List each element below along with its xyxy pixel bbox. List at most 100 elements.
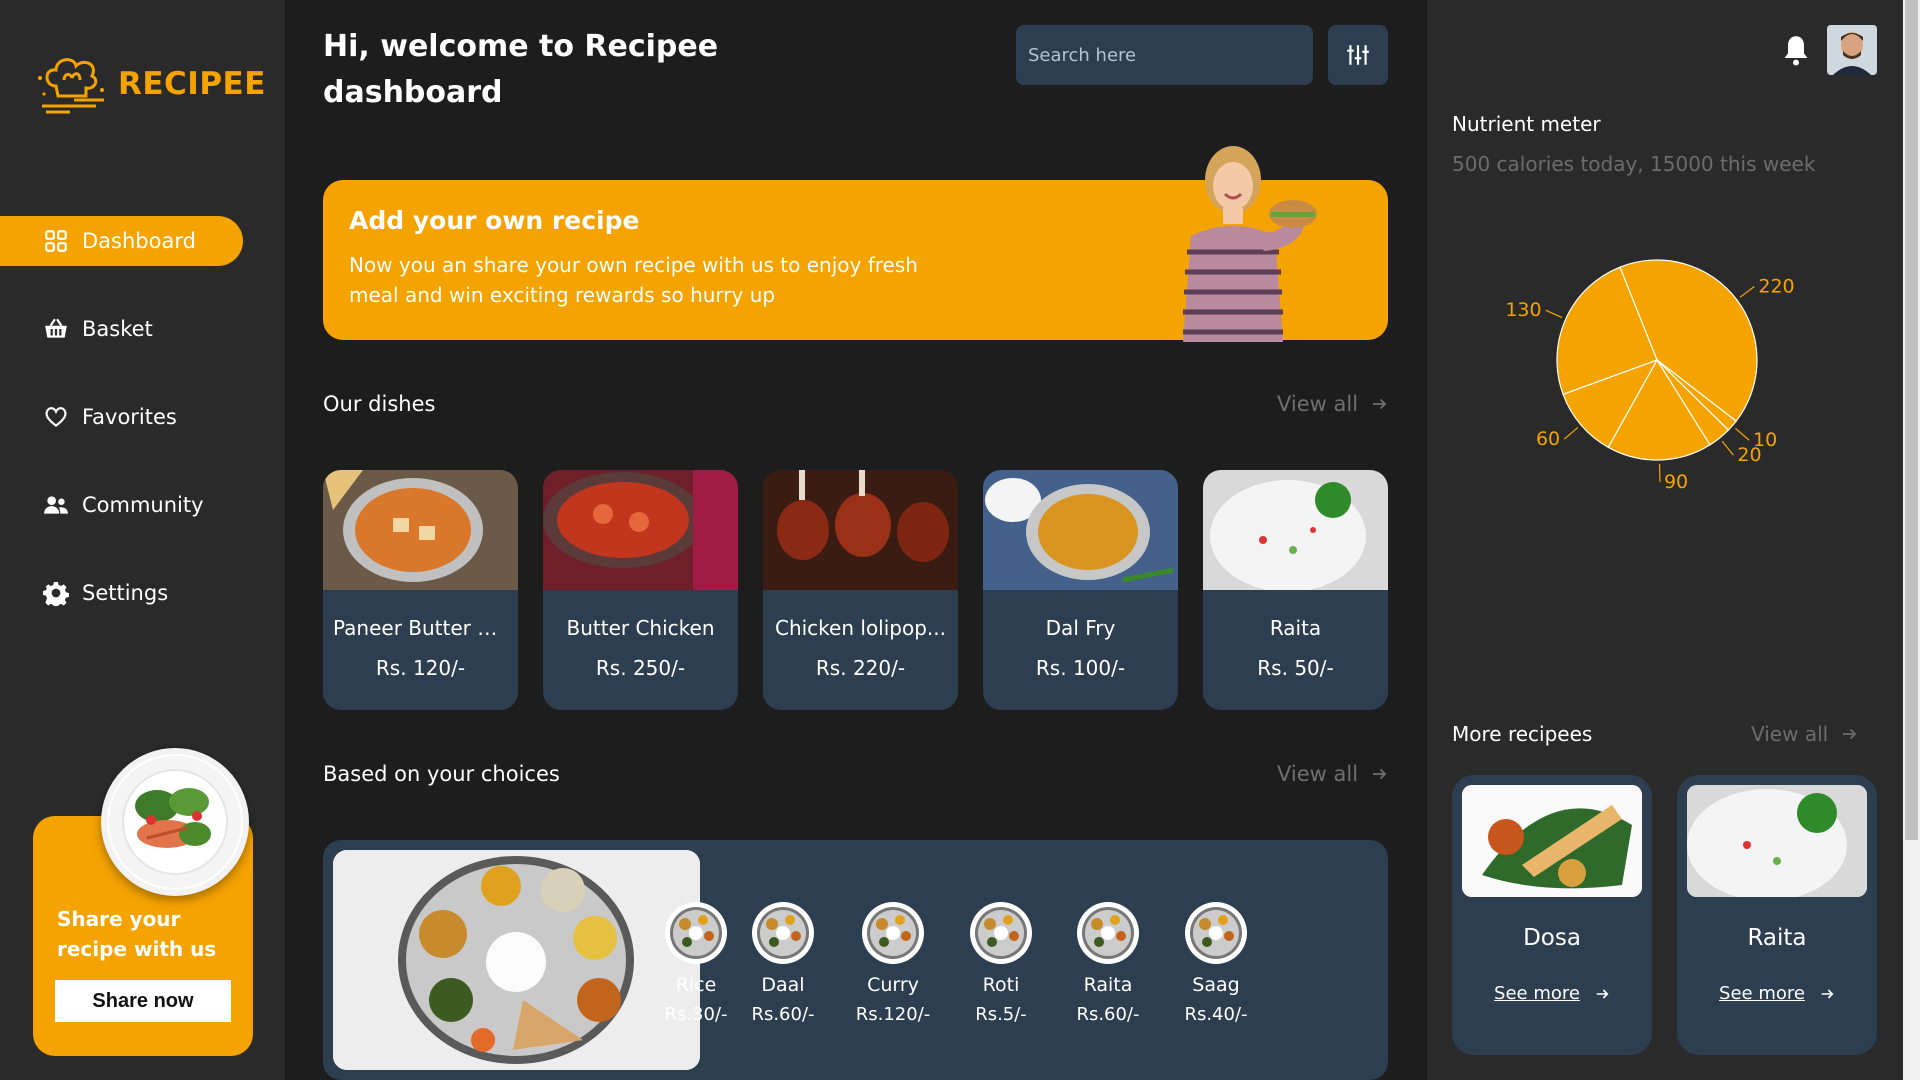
- salad-plate-image: [101, 748, 249, 896]
- grid-icon: [42, 227, 70, 255]
- raita-image: [1203, 470, 1388, 592]
- view-all-label: View all: [1751, 722, 1829, 746]
- dish-card[interactable]: Paneer Butter M... Rs. 120/-: [323, 470, 518, 710]
- basket-icon: [42, 315, 70, 343]
- choice-name: Daal: [761, 974, 805, 996]
- arrow-right-icon: [1596, 988, 1609, 999]
- chicken-lollipop-image: [763, 470, 958, 590]
- woman-eating-image: [1183, 146, 1317, 342]
- scrollbar[interactable]: [1903, 0, 1920, 1080]
- sidebar-nav: Dashboard Basket Favorites Community Set…: [0, 216, 243, 656]
- banner-title: Add your own recipe: [349, 206, 640, 235]
- choice-price: Rs.5/-: [975, 1004, 1027, 1025]
- pie-label-leader: [1735, 427, 1750, 441]
- choice-price: Rs.30/-: [664, 1004, 728, 1025]
- chef-hat-icon: [38, 58, 104, 114]
- choice-item[interactable]: Raita Rs.60/-: [1063, 902, 1153, 1025]
- pie-label: 220: [1758, 275, 1794, 297]
- brand-name: RECIPEE: [118, 66, 266, 102]
- dish-card[interactable]: Dal Fry Rs. 100/-: [983, 470, 1178, 710]
- more-recipees-title: More recipees: [1452, 722, 1593, 746]
- see-more-link[interactable]: See more: [1677, 983, 1877, 1004]
- pie-label: 90: [1664, 471, 1688, 493]
- choices-view-all-link[interactable]: View all: [1277, 762, 1388, 786]
- brand-logo[interactable]: RECIPEE: [34, 50, 266, 118]
- bell-icon[interactable]: [1782, 34, 1810, 66]
- dish-name: Paneer Butter M...: [333, 616, 514, 640]
- raita-image: [1687, 785, 1867, 897]
- dish-price: Rs. 120/-: [375, 656, 466, 680]
- share-text: Share your recipe with us: [57, 907, 217, 961]
- choice-item[interactable]: Rice Rs.30/-: [651, 902, 741, 1025]
- choice-price: Rs.60/-: [1076, 1004, 1140, 1025]
- dish-card[interactable]: Raita Rs. 50/-: [1203, 470, 1388, 710]
- choice-name: Roti: [982, 974, 1020, 996]
- heart-icon: [42, 403, 70, 431]
- recipe-name: Raita: [1747, 925, 1807, 951]
- dish-name: Butter Chicken: [566, 616, 715, 640]
- recipe-name: Dosa: [1523, 925, 1581, 951]
- sidebar-item-settings[interactable]: Settings: [0, 568, 243, 618]
- pie-label-leader: [1545, 309, 1563, 319]
- recipe-card[interactable]: Dosa See more: [1452, 775, 1652, 1055]
- choice-item[interactable]: Saag Rs.40/-: [1171, 902, 1261, 1025]
- dish-name: Dal Fry: [1045, 616, 1116, 640]
- choice-item[interactable]: Daal Rs.60/-: [738, 902, 828, 1025]
- sidebar-item-label: Community: [82, 493, 204, 517]
- nutrient-pie-chart: 22010209060130: [1505, 259, 1795, 493]
- choice-price: Rs.60/-: [751, 1004, 815, 1025]
- thali-thumbnail-icon: [1185, 902, 1247, 964]
- gear-icon: [42, 579, 70, 607]
- avatar[interactable]: [1827, 25, 1877, 75]
- share-now-button[interactable]: Share now: [55, 980, 231, 1022]
- dish-card[interactable]: Butter Chicken Rs. 250/-: [543, 470, 738, 710]
- page-title: Hi, welcome to Recipee dashboard: [323, 29, 719, 110]
- thali-thumbnail-icon: [862, 902, 924, 964]
- pie-label: 60: [1536, 428, 1560, 450]
- choice-item[interactable]: Roti Rs.5/-: [956, 902, 1046, 1025]
- choice-item[interactable]: Curry Rs.120/-: [848, 902, 938, 1025]
- dish-card[interactable]: Chicken lolipop... Rs. 220/-: [763, 470, 958, 710]
- pie-label-leader: [1563, 427, 1579, 440]
- sidebar-item-community[interactable]: Community: [0, 480, 243, 530]
- add-recipe-banner[interactable]: Add your own recipe Now you an share you…: [323, 146, 1388, 342]
- thali-image: [333, 850, 700, 1070]
- filter-button[interactable]: [1328, 25, 1388, 85]
- choice-name: Saag: [1192, 974, 1240, 996]
- butter-chicken-image: [543, 470, 738, 590]
- scrollbar-thumb[interactable]: [1905, 0, 1918, 840]
- recipe-card[interactable]: Raita See more: [1677, 775, 1877, 1055]
- search-input[interactable]: [1016, 25, 1313, 85]
- dish-name: Raita: [1269, 616, 1322, 640]
- view-all-label: View all: [1277, 392, 1359, 416]
- dishes-row: Paneer Butter M... Rs. 120/- Butter Chic…: [323, 470, 1388, 710]
- people-icon: [42, 491, 70, 519]
- choice-name: Rice: [675, 974, 717, 996]
- sidebar-item-favorites[interactable]: Favorites: [0, 392, 243, 442]
- sidebar: RECIPEE Dashboard Basket Favorites Commu…: [0, 0, 285, 1080]
- banner-text: Now you an share your own recipe with us…: [349, 253, 918, 307]
- dishes-view-all-link[interactable]: View all: [1277, 392, 1388, 416]
- thali-thumbnail-icon: [752, 902, 814, 964]
- dish-price: Rs. 220/-: [815, 656, 906, 680]
- choice-price: Rs.40/-: [1184, 1004, 1248, 1025]
- see-more-link[interactable]: See more: [1452, 983, 1652, 1004]
- dosa-image: [1462, 785, 1642, 897]
- main-content: Hi, welcome to Recipee dashboard Add you…: [285, 0, 1427, 1080]
- sidebar-item-label: Basket: [82, 317, 153, 341]
- dish-price: Rs. 250/-: [595, 656, 686, 680]
- arrow-right-icon: [1373, 398, 1387, 410]
- sidebar-item-dashboard[interactable]: Dashboard: [0, 216, 243, 266]
- thali-thumbnail-icon: [1077, 902, 1139, 964]
- sidebar-item-basket[interactable]: Basket: [0, 304, 243, 354]
- dish-name: Chicken lolipop...: [774, 616, 946, 640]
- thali-thumbnail-icon: [665, 902, 727, 964]
- thali-thumbnail-icon: [970, 902, 1032, 964]
- dish-price: Rs. 50/-: [1257, 656, 1334, 680]
- choice-name: Curry: [867, 974, 919, 996]
- nutrient-meter-title: Nutrient meter: [1452, 112, 1601, 136]
- sidebar-item-label: Settings: [82, 581, 169, 605]
- more-view-all-link[interactable]: View all: [1751, 722, 1858, 746]
- our-dishes-title: Our dishes: [323, 392, 436, 416]
- view-all-label: View all: [1277, 762, 1359, 786]
